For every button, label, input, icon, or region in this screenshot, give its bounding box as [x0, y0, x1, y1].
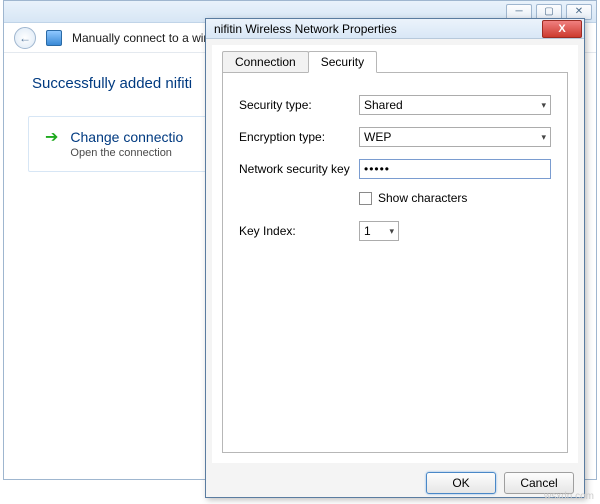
- encryption-type-label: Encryption type:: [239, 130, 359, 144]
- network-key-input[interactable]: •••••: [359, 159, 551, 179]
- security-type-row: Security type: Shared ▾: [239, 95, 551, 115]
- encryption-type-row: Encryption type: WEP ▾: [239, 127, 551, 147]
- show-characters-row: Show characters: [359, 191, 551, 205]
- security-type-label: Security type:: [239, 98, 359, 112]
- dialog-title: nifitin Wireless Network Properties: [214, 22, 397, 36]
- show-characters-label: Show characters: [378, 191, 467, 205]
- dialog-close-button[interactable]: X: [542, 20, 582, 38]
- wizard-option-subtitle: Open the connection: [70, 147, 183, 159]
- properties-dialog: nifitin Wireless Network Properties X Co…: [205, 18, 585, 498]
- wizard-header-text: Manually connect to a wirel: [72, 31, 217, 45]
- wizard-option-title: Change connectio: [70, 129, 183, 145]
- ok-button[interactable]: OK: [426, 472, 496, 494]
- watermark-text: wsxdn.com: [544, 491, 594, 502]
- dialog-titlebar: nifitin Wireless Network Properties X: [206, 19, 584, 39]
- key-index-row: Key Index: 1 ▾: [239, 221, 551, 241]
- network-icon: [46, 30, 62, 46]
- key-index-value: 1: [364, 224, 371, 238]
- encryption-type-dropdown[interactable]: WEP ▾: [359, 127, 551, 147]
- security-type-value: Shared: [364, 98, 403, 112]
- network-key-label: Network security key: [239, 162, 359, 176]
- dialog-tabs: Connection Security: [222, 49, 568, 73]
- network-key-row: Network security key •••••: [239, 159, 551, 179]
- show-characters-checkbox[interactable]: [359, 192, 372, 205]
- key-index-dropdown[interactable]: 1 ▾: [359, 221, 399, 241]
- wizard-option-text: Change connectio Open the connection: [70, 129, 183, 159]
- chevron-down-icon: ▾: [537, 100, 546, 111]
- tab-connection[interactable]: Connection: [222, 51, 309, 72]
- arrow-right-icon: ➔: [45, 130, 58, 146]
- encryption-type-value: WEP: [364, 130, 391, 144]
- key-index-label: Key Index:: [239, 224, 359, 238]
- security-panel: Security type: Shared ▾ Encryption type:…: [222, 73, 568, 453]
- dialog-content: Connection Security Security type: Share…: [212, 45, 578, 463]
- chevron-down-icon: ▾: [385, 226, 394, 237]
- tab-security[interactable]: Security: [308, 51, 377, 73]
- wizard-back-button[interactable]: ←: [14, 27, 36, 49]
- dialog-button-bar: OK Cancel: [206, 469, 584, 497]
- chevron-down-icon: ▾: [537, 132, 546, 143]
- security-type-dropdown[interactable]: Shared ▾: [359, 95, 551, 115]
